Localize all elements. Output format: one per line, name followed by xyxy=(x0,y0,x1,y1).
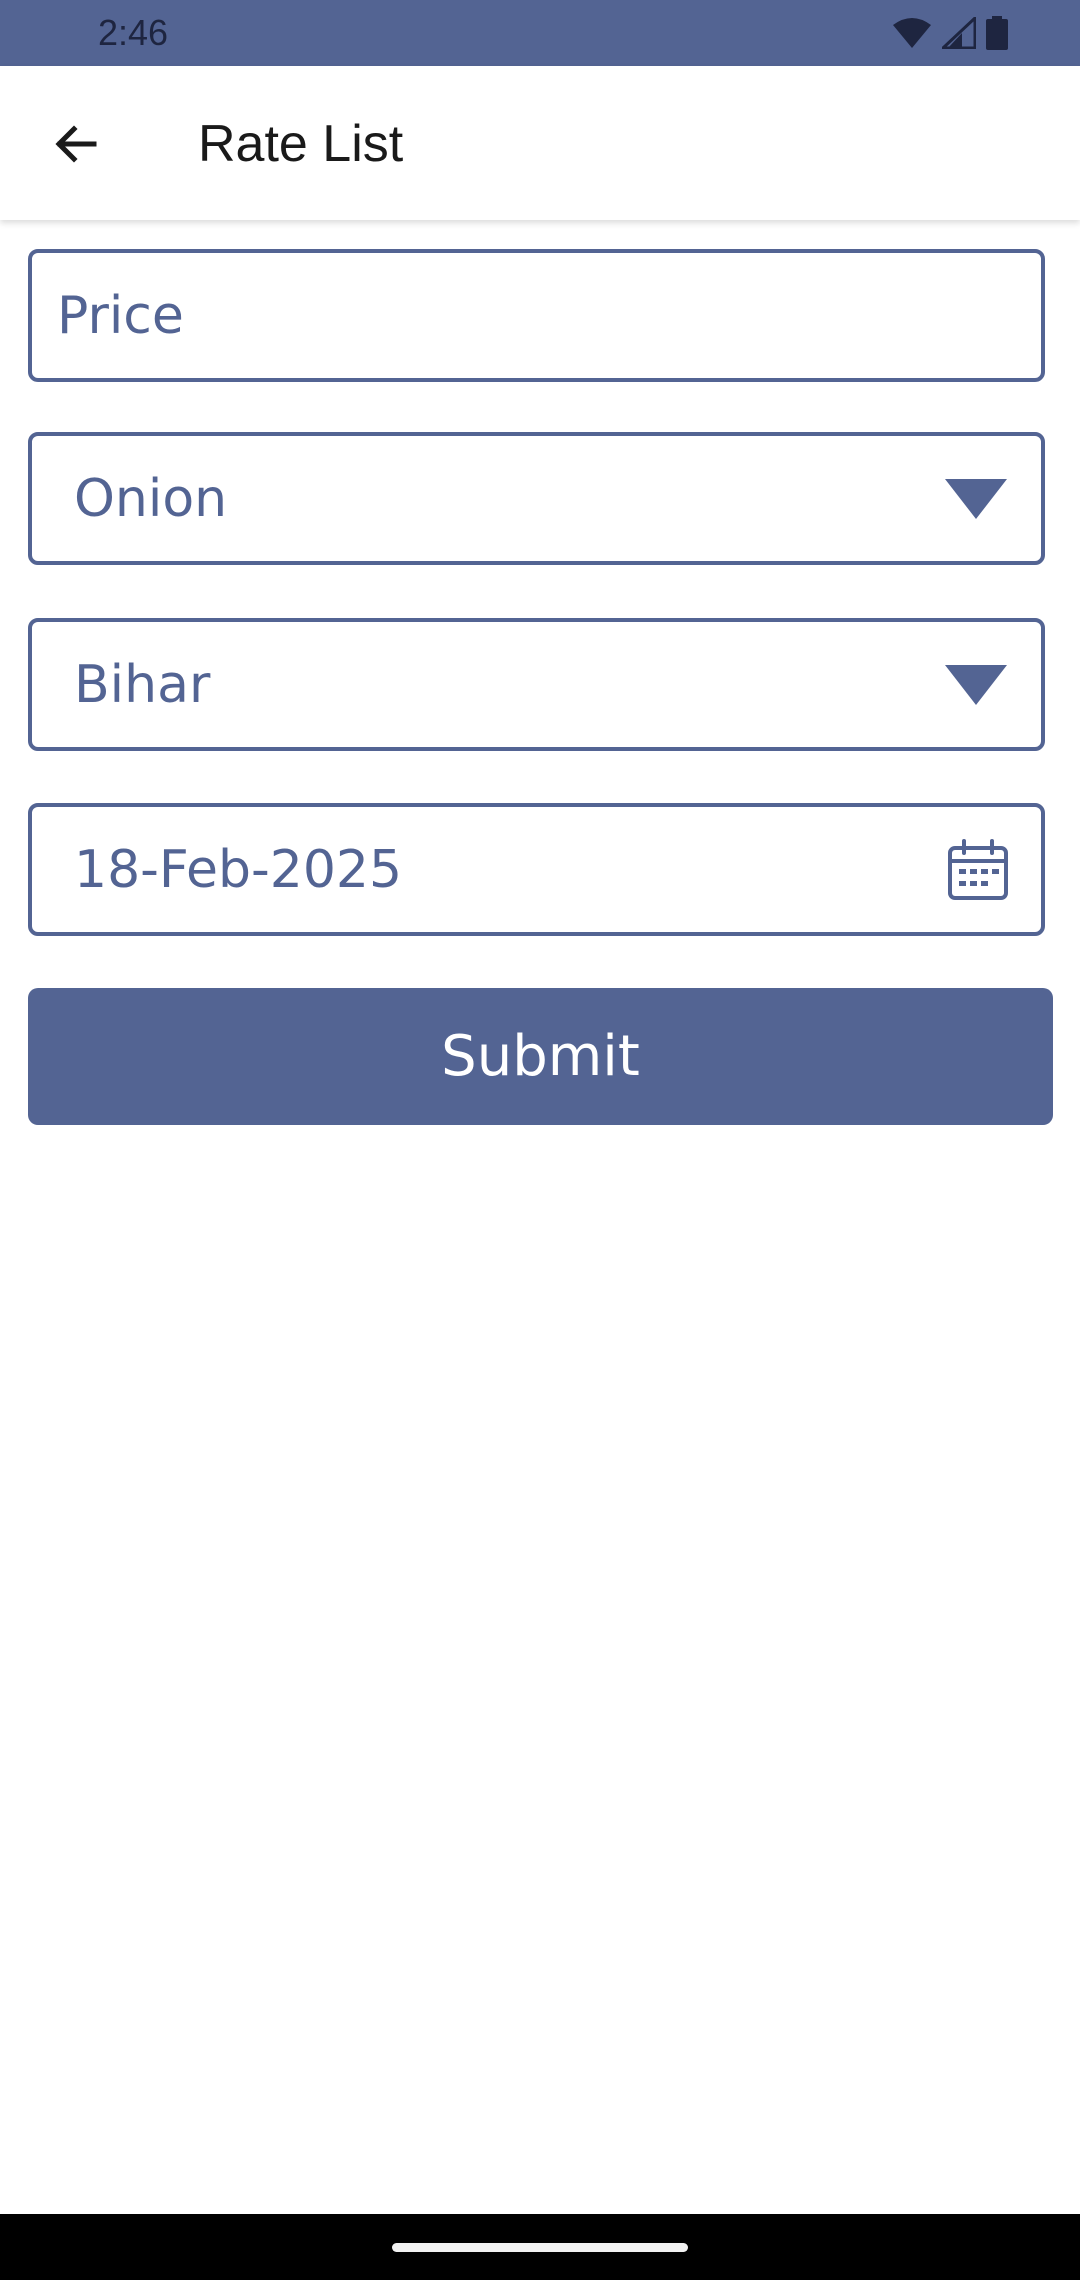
submit-button[interactable]: Submit xyxy=(28,988,1053,1125)
date-value: 18-Feb-2025 xyxy=(74,839,403,900)
wifi-icon xyxy=(893,18,931,48)
home-indicator[interactable] xyxy=(392,2243,688,2252)
app-bar: Rate List xyxy=(0,66,1080,220)
status-icons xyxy=(892,16,1008,50)
date-field[interactable]: 18-Feb-2025 xyxy=(28,803,1045,936)
dropdown-arrow-icon xyxy=(945,664,1007,705)
commodity-dropdown[interactable]: Onion xyxy=(28,432,1045,565)
battery-icon xyxy=(986,16,1008,50)
status-time: 2:46 xyxy=(98,12,169,53)
page-title: Rate List xyxy=(198,115,404,173)
signal-icon xyxy=(942,17,976,49)
state-selected: Bihar xyxy=(74,654,211,715)
commodity-selected: Onion xyxy=(74,468,228,529)
dropdown-arrow-icon xyxy=(945,478,1007,519)
calendar-icon[interactable] xyxy=(947,838,1009,901)
status-bar: 2:46 xyxy=(0,0,1080,66)
state-dropdown[interactable]: Bihar xyxy=(28,618,1045,751)
price-placeholder: Price xyxy=(57,285,184,346)
back-button[interactable] xyxy=(40,108,112,180)
arrow-back-icon xyxy=(55,125,97,163)
system-nav-bar xyxy=(0,2214,1080,2280)
price-input[interactable]: Price xyxy=(28,249,1045,382)
